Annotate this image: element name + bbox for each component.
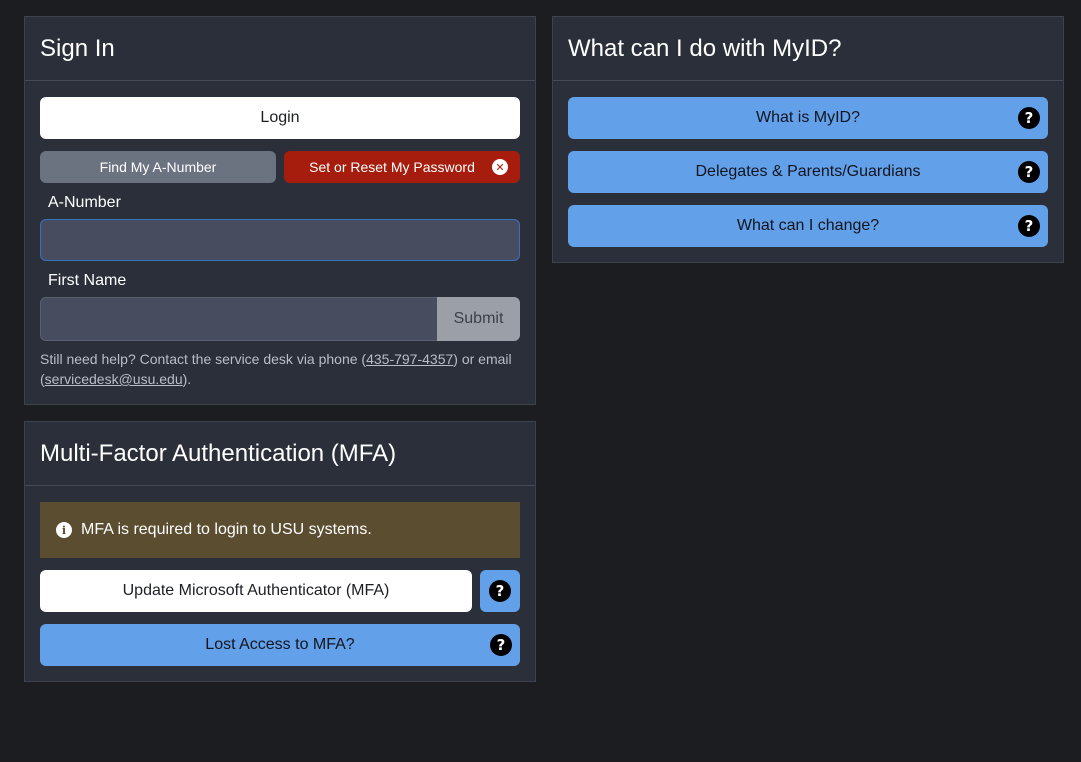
find-anumber-button[interactable]: Find My A-Number xyxy=(40,151,276,183)
anumber-label: A-Number xyxy=(48,194,121,211)
phone-link[interactable]: 435-797-4357 xyxy=(366,351,453,367)
help-text: Still need help? Contact the service des… xyxy=(40,349,525,389)
what-is-myid-label: What is MyID? xyxy=(755,109,860,126)
what-can-i-change-button[interactable]: What can I change? ? xyxy=(568,205,1048,247)
firstname-label: First Name xyxy=(48,272,127,289)
update-mfa-help-button[interactable]: ? xyxy=(480,570,520,612)
what-is-myid-button[interactable]: What is MyID? ? xyxy=(568,97,1048,139)
myid-card: What can I do with MyID? What is MyID? ?… xyxy=(552,16,1064,263)
email-link[interactable]: servicedesk@usu.edu xyxy=(45,371,183,387)
lost-access-mfa-button[interactable]: Lost Access to MFA? ? xyxy=(40,624,520,666)
question-circle-icon: ? xyxy=(1018,215,1040,237)
reset-password-button[interactable]: Set or Reset My Password ✕ xyxy=(284,151,520,183)
lost-access-label: Lost Access to MFA? xyxy=(205,636,355,653)
help-suffix: ). xyxy=(182,371,192,387)
mfa-alert: i MFA is required to login to USU system… xyxy=(40,502,520,558)
info-icon: i xyxy=(56,522,72,538)
anumber-input[interactable] xyxy=(40,219,520,261)
question-circle-icon: ? xyxy=(490,634,512,656)
sign-in-card: Sign In Login Find My A-Number Set or Re… xyxy=(24,16,536,405)
close-icon[interactable]: ✕ xyxy=(492,159,508,175)
question-circle-icon: ? xyxy=(489,580,511,602)
sign-in-title: Sign In xyxy=(25,17,535,81)
update-authenticator-button[interactable]: Update Microsoft Authenticator (MFA) xyxy=(40,570,472,612)
question-circle-icon: ? xyxy=(1018,107,1040,129)
delegates-label: Delegates & Parents/Guardians xyxy=(695,163,921,180)
question-circle-icon: ? xyxy=(1018,161,1040,183)
submit-button[interactable]: Submit xyxy=(437,297,520,341)
help-prefix: Still need help? Contact the service des… xyxy=(40,351,367,367)
what-can-i-change-label: What can I change? xyxy=(736,217,880,234)
help-middle: ) or email xyxy=(453,351,512,367)
mfa-title: Multi-Factor Authentication (MFA) xyxy=(25,422,535,486)
login-button[interactable]: Login xyxy=(40,97,520,139)
myid-title: What can I do with MyID? xyxy=(553,17,1063,81)
firstname-input[interactable] xyxy=(40,297,438,341)
delegates-button[interactable]: Delegates & Parents/Guardians ? xyxy=(568,151,1048,193)
mfa-alert-text: MFA is required to login to USU systems. xyxy=(81,521,372,538)
mfa-card: Multi-Factor Authentication (MFA) i MFA … xyxy=(24,421,536,682)
reset-password-label: Set or Reset My Password xyxy=(309,159,475,175)
